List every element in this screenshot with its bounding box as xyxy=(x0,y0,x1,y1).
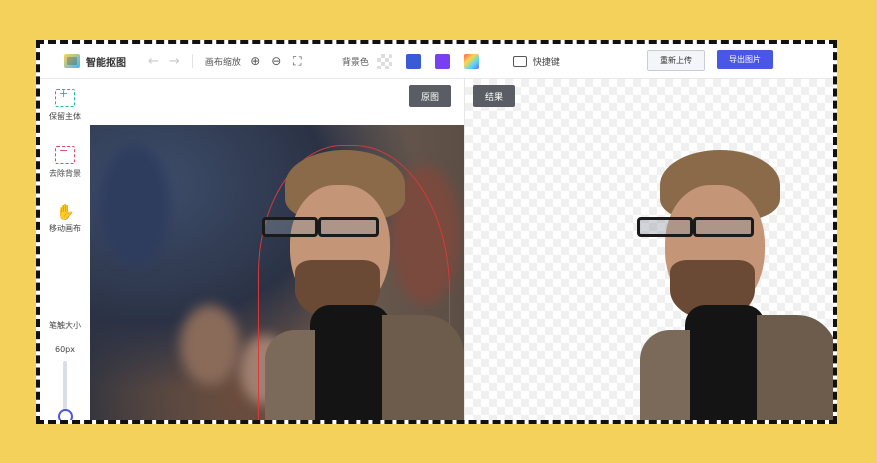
blurred-person xyxy=(180,305,240,385)
export-button[interactable]: 导出图片 xyxy=(717,50,773,69)
undo-arrow-icon[interactable]: ← xyxy=(148,54,159,69)
sidebar-item-label: 去除背景 xyxy=(49,169,81,178)
brush-size-max: 60px xyxy=(55,345,75,354)
brush-size-handle[interactable] xyxy=(58,409,73,420)
top-toolbar: 智能抠图 ← → 画布缩放 ⊕ ⊖ ⛶ 背景色 快捷键 重新上传 导出图片 xyxy=(40,44,833,79)
sidebar-item-keep[interactable]: 保留主体 xyxy=(40,87,90,122)
app-logo: 智能抠图 xyxy=(64,54,126,69)
toolbar-divider xyxy=(191,54,193,68)
brush-size-title: 笔触大小 xyxy=(49,321,81,330)
fit-screen-icon[interactable]: ⛶ xyxy=(291,54,304,68)
blurred-building xyxy=(100,145,170,265)
original-panel: 原图 xyxy=(90,79,464,420)
redo-arrow-icon[interactable]: → xyxy=(169,54,180,69)
subject-coat xyxy=(382,315,464,420)
result-label[interactable]: 结果 xyxy=(473,85,516,107)
swatch-transparent[interactable] xyxy=(376,53,392,69)
original-label[interactable]: 原图 xyxy=(409,85,452,107)
subject-coat xyxy=(640,330,690,420)
app-frame: 智能抠图 ← → 画布缩放 ⊕ ⊖ ⛶ 背景色 快捷键 重新上传 导出图片 保留… xyxy=(36,40,837,424)
tool-sidebar: 保留主体 去除背景 ✋ 移动画布 笔触大小 60px 1px xyxy=(40,79,91,420)
zoom-in-icon[interactable]: ⊕ xyxy=(249,54,262,68)
reupload-button[interactable]: 重新上传 xyxy=(647,50,705,71)
hand-move-icon: ✋ xyxy=(56,203,75,221)
sidebar-item-move[interactable]: ✋ 移动画布 xyxy=(40,203,90,234)
app-name: 智能抠图 xyxy=(86,57,126,69)
subject-coat xyxy=(757,315,833,420)
sidebar-item-remove[interactable]: 去除背景 xyxy=(40,144,90,179)
swatch-blue[interactable] xyxy=(405,53,421,69)
cutout-subject xyxy=(633,145,833,420)
sidebar-item-label: 移动画布 xyxy=(49,224,81,233)
subject-glasses xyxy=(637,217,693,237)
keep-subject-brush-icon xyxy=(55,87,75,107)
logo-icon xyxy=(64,54,80,68)
subject-glasses xyxy=(318,217,379,237)
subject-glasses xyxy=(693,217,754,237)
subject-glasses xyxy=(262,217,318,237)
zoom-label: 画布缩放 xyxy=(204,57,241,68)
shortcut-label[interactable]: 快捷键 xyxy=(533,55,560,68)
sidebar-item-label: 保留主体 xyxy=(49,112,81,121)
swatch-purple[interactable] xyxy=(434,53,450,69)
original-photo xyxy=(90,125,464,420)
swatch-gradient[interactable] xyxy=(463,53,479,69)
subject-coat xyxy=(265,330,315,420)
remove-background-brush-icon xyxy=(55,144,75,164)
result-panel: 结果 xyxy=(465,79,833,420)
zoom-out-icon[interactable]: ⊖ xyxy=(270,54,283,68)
subject-turtleneck xyxy=(310,305,390,420)
history-controls: ← → xyxy=(148,54,180,69)
keyboard-icon[interactable] xyxy=(512,55,527,67)
subject-turtleneck xyxy=(685,305,765,420)
background-color-label: 背景色 xyxy=(341,57,369,68)
